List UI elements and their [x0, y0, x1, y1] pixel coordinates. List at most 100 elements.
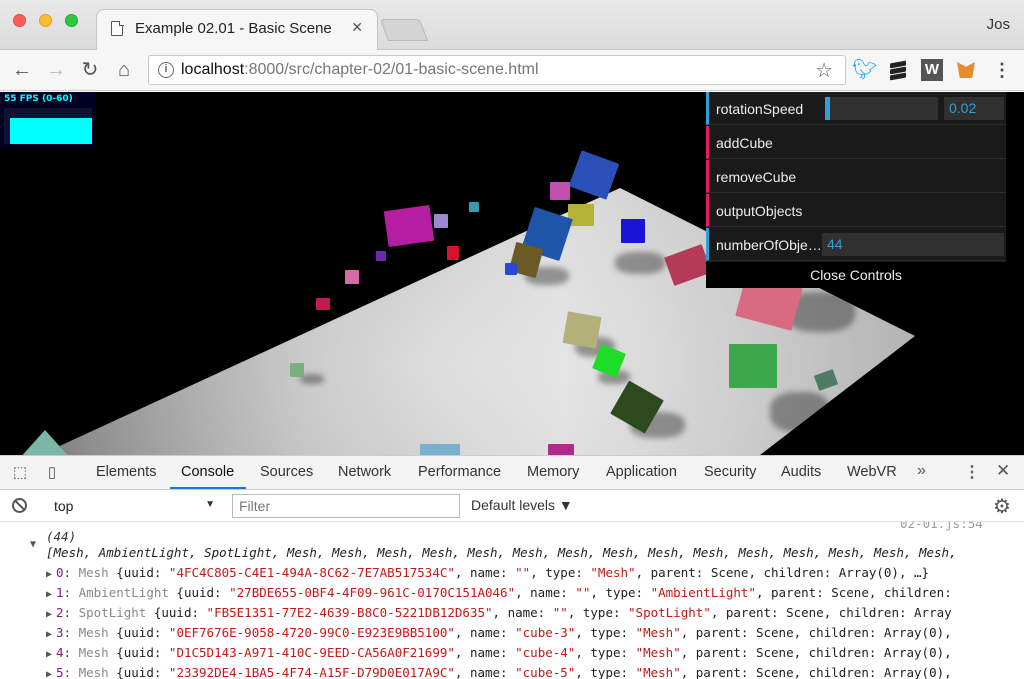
- entry-text: {uuid:: [168, 585, 230, 600]
- bookmark-star-icon[interactable]: ☆: [815, 58, 833, 83]
- entry-text: , type:: [567, 605, 629, 620]
- entry-class: Mesh: [78, 645, 109, 660]
- devtools-close-icon[interactable]: ✕: [996, 461, 1010, 481]
- list-item[interactable]: ▶ 0: Mesh {uuid: "4FC4C805-C4E1-494A-8C62…: [46, 565, 929, 580]
- entry-index: 3:: [56, 625, 72, 640]
- entry-text: , type:: [530, 565, 591, 580]
- fps-label: 55 FPS (0-60): [4, 94, 73, 104]
- list-item[interactable]: ▶ 4: Mesh {uuid: "D1C5D143-A971-410C-9EED…: [46, 645, 952, 660]
- filter-input[interactable]: [232, 494, 460, 518]
- list-item[interactable]: ▶ 2: SpotLight {uuid: "FB5E1351-77E2-4639…: [46, 605, 952, 620]
- controls-panel: rotationSpeed 0.02 addCube removeCube ou…: [706, 92, 1006, 288]
- settings-gear-icon[interactable]: ⚙: [993, 494, 1011, 519]
- inspect-element-icon[interactable]: ⬚: [10, 463, 30, 483]
- fps-stats-panel[interactable]: 55 FPS (0-60): [0, 92, 96, 148]
- list-item[interactable]: ▶ 1: AmbientLight {uuid: "27BDE655-0BF4-4…: [46, 585, 952, 600]
- tab-elements[interactable]: Elements: [96, 464, 156, 480]
- expand-toggle-icon[interactable]: ▼: [30, 539, 36, 550]
- remove-cube-button[interactable]: removeCube: [706, 160, 1006, 193]
- entry-text: , parent: Scene, children: Array(0), …}: [635, 565, 930, 580]
- entry-index: 0:: [56, 565, 72, 580]
- address-bar[interactable]: i localhost:8000/src/chapter-02/01-basic…: [148, 55, 846, 85]
- tab-application[interactable]: Application: [606, 464, 677, 480]
- tab-network[interactable]: Network: [338, 464, 391, 480]
- entry-index: 5:: [56, 665, 72, 679]
- active-tab-indicator: [170, 487, 246, 489]
- cube: [505, 263, 517, 275]
- entry-text: , name:: [492, 605, 553, 620]
- entry-text: {uuid:: [108, 645, 169, 660]
- browser-menu-icon[interactable]: ⋮: [993, 59, 1011, 81]
- tab-close-icon[interactable]: ✕: [351, 19, 363, 36]
- forward-arrow-icon[interactable]: →: [44, 58, 68, 82]
- tab-memory[interactable]: Memory: [527, 464, 579, 480]
- output-objects-button[interactable]: outputObjects: [706, 194, 1006, 227]
- close-controls-button[interactable]: Close Controls: [706, 262, 1006, 288]
- cube: [18, 430, 72, 455]
- w-icon[interactable]: W: [921, 59, 943, 81]
- cube: [420, 444, 460, 455]
- add-cube-button[interactable]: addCube: [706, 126, 1006, 159]
- tab-webvr[interactable]: WebVR: [847, 464, 897, 480]
- new-tab-button[interactable]: [379, 19, 429, 41]
- entry-text: , parent: Scene, children: Array(0),: [680, 645, 952, 660]
- list-item[interactable]: ▶ 3: Mesh {uuid: "0EF7676E-9058-4720-99C0…: [46, 625, 952, 640]
- expand-arrow-icon[interactable]: ▶: [46, 569, 56, 580]
- entry-name: "": [552, 605, 568, 620]
- tab-security[interactable]: Security: [704, 464, 756, 480]
- tab-sources[interactable]: Sources: [260, 464, 313, 480]
- clear-console-icon[interactable]: [12, 498, 27, 513]
- cube: [434, 214, 448, 228]
- expand-arrow-icon[interactable]: ▶: [46, 589, 56, 600]
- back-arrow-icon[interactable]: ←: [10, 58, 34, 82]
- rotation-speed-label: rotationSpeed: [716, 101, 804, 117]
- tab-audits[interactable]: Audits: [781, 464, 821, 480]
- entry-type: "AmbientLight": [650, 585, 756, 600]
- minimize-window-button[interactable]: [39, 14, 52, 27]
- context-selector[interactable]: top ▼: [44, 494, 219, 518]
- profile-name[interactable]: Jos: [987, 16, 1010, 33]
- array-summary[interactable]: [Mesh, AmbientLight, SpotLight, Mesh, Me…: [46, 545, 957, 560]
- cube-shadow: [392, 257, 420, 269]
- info-icon[interactable]: i: [158, 62, 174, 78]
- url-text[interactable]: localhost:8000/src/chapter-02/01-basic-s…: [181, 61, 539, 79]
- webgl-canvas[interactable]: 55 FPS (0-60) rotationSpeed 0.02 addCube…: [0, 92, 1024, 455]
- entry-text: , name:: [454, 665, 516, 679]
- device-toolbar-icon[interactable]: ▯: [42, 463, 62, 483]
- number-of-objects-field[interactable]: 44: [822, 233, 1004, 256]
- entry-text: , name:: [515, 585, 576, 600]
- entry-text: {uuid:: [146, 605, 207, 620]
- expand-arrow-icon[interactable]: ▶: [46, 629, 56, 640]
- zoom-window-button[interactable]: [65, 14, 78, 27]
- entry-index: 4:: [56, 645, 72, 660]
- more-tabs-icon[interactable]: »: [917, 462, 926, 480]
- rotation-speed-input[interactable]: 0.02: [944, 97, 1004, 120]
- cube: [383, 204, 435, 248]
- devtools-menu-icon[interactable]: ⋮: [964, 462, 980, 482]
- log-levels-dropdown[interactable]: Default levels ▼: [471, 497, 573, 513]
- expand-arrow-icon[interactable]: ▶: [46, 609, 56, 620]
- tab-basic-scene[interactable]: Example 02.01 - Basic Scene ✕: [96, 9, 378, 50]
- close-window-button[interactable]: [13, 14, 26, 27]
- rotation-speed-slider[interactable]: [825, 97, 938, 120]
- entry-text: , name:: [454, 565, 516, 580]
- entry-name: "cube-3": [515, 625, 576, 640]
- entry-text: , type:: [575, 625, 636, 640]
- cube: [729, 344, 777, 388]
- entry-name: "cube-5": [515, 665, 576, 679]
- array-length: (44): [46, 529, 77, 544]
- tab-console[interactable]: Console: [181, 464, 234, 480]
- expand-arrow-icon[interactable]: ▶: [46, 649, 56, 660]
- list-item[interactable]: ▶ 5: Mesh {uuid: "23392DE4-1BA5-4F74-A15F…: [46, 665, 952, 679]
- twitter-icon[interactable]: 🐦︎: [852, 59, 877, 81]
- browser-toolbar: ← → ↻ ⌂ i localhost:8000/src/chapter-02/…: [0, 50, 1024, 91]
- log-source-link[interactable]: 02-01.js:54: [900, 522, 983, 531]
- home-icon[interactable]: ⌂: [112, 58, 136, 82]
- url-host: localhost: [181, 61, 245, 78]
- reload-icon[interactable]: ↻: [78, 58, 102, 82]
- tab-performance[interactable]: Performance: [418, 464, 501, 480]
- entry-type: "Mesh": [635, 625, 681, 640]
- metamask-fox-icon[interactable]: [955, 59, 977, 81]
- buffer-icon[interactable]: [887, 59, 909, 81]
- entry-type: "Mesh": [590, 565, 636, 580]
